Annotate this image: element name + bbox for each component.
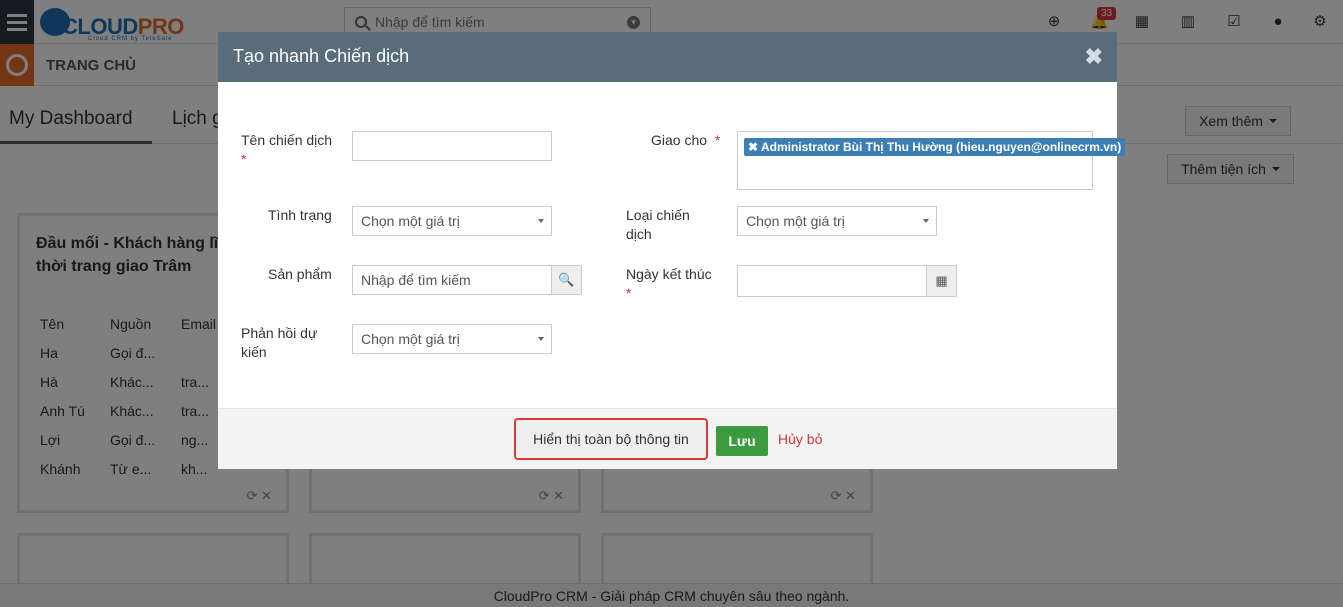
modal-title: Tạo nhanh Chiến dịch xyxy=(233,46,410,66)
campaign-type-select-value: Chọn một giá trị xyxy=(746,213,845,229)
dropdown-arrow-icon xyxy=(538,337,544,341)
quick-create-campaign-modal: Tạo nhanh Chiến dịch ✖ Tên chiến dịch * … xyxy=(218,32,1126,469)
assignee-tag-text: Administrator Bùi Thị Thu Hường (hieu.ng… xyxy=(760,140,1122,154)
campaign-name-field[interactable] xyxy=(352,131,552,161)
status-select[interactable]: Chọn một giá trị xyxy=(352,206,552,236)
modal-footer: Hiển thị toàn bộ thông tin Lưu Hủy bỏ xyxy=(218,408,1117,469)
dropdown-arrow-icon xyxy=(923,219,929,223)
product-label: Sản phẩm xyxy=(268,266,332,282)
status-select-value: Chọn một giá trị xyxy=(361,213,460,229)
campaign-type-label-line1: Loại chiến xyxy=(626,207,690,223)
assigned-to-field[interactable]: ✖ Administrator Bùi Thị Thu Hường (hieu.… xyxy=(737,131,1126,190)
product-search-input[interactable]: Nhập để tìm kiếm 🔍 xyxy=(352,265,582,295)
expected-response-label: Phản hồi dự kiến xyxy=(241,324,317,362)
assigned-to-label-text: Giao cho xyxy=(651,132,708,148)
campaign-type-label-line2: dịch xyxy=(626,226,652,242)
required-mark: * xyxy=(626,285,632,301)
end-date-field[interactable]: ▦ xyxy=(737,265,957,297)
expected-response-label-line1: Phản hồi dự xyxy=(241,325,318,341)
calendar-icon[interactable]: ▦ xyxy=(926,266,956,296)
modal-header: Tạo nhanh Chiến dịch ✖ xyxy=(218,32,1117,82)
expected-response-select-value: Chọn một giá trị xyxy=(361,331,460,347)
assignee-tag[interactable]: ✖ Administrator Bùi Thị Thu Hường (hieu.… xyxy=(744,138,1126,156)
assigned-to-label: Giao cho * xyxy=(651,131,720,150)
campaign-name-label: Tên chiến dịch * xyxy=(241,131,332,169)
show-full-info-button[interactable]: Hiển thị toàn bộ thông tin xyxy=(514,418,708,460)
campaign-type-label: Loại chiến dịch xyxy=(626,206,690,244)
remove-tag-icon[interactable]: ✖ xyxy=(748,140,758,154)
search-icon[interactable]: 🔍 xyxy=(551,266,581,294)
save-button[interactable]: Lưu xyxy=(716,426,768,456)
campaign-type-select[interactable]: Chọn một giá trị xyxy=(737,206,937,236)
dropdown-arrow-icon xyxy=(538,219,544,223)
status-label: Tình trạng xyxy=(268,207,332,223)
end-date-label-text: Ngày kết thúc xyxy=(626,266,712,282)
required-mark: * xyxy=(241,151,247,167)
campaign-name-label-text: Tên chiến dịch xyxy=(241,132,333,148)
expected-response-select[interactable]: Chọn một giá trị xyxy=(352,324,552,354)
expected-response-label-line2: kiến xyxy=(241,344,267,360)
close-icon[interactable]: ✖ xyxy=(1085,44,1103,70)
required-mark: * xyxy=(714,132,721,148)
cancel-link[interactable]: Hủy bỏ xyxy=(778,431,822,447)
product-placeholder: Nhập để tìm kiếm xyxy=(361,272,471,288)
end-date-label: Ngày kết thúc * xyxy=(626,265,712,303)
